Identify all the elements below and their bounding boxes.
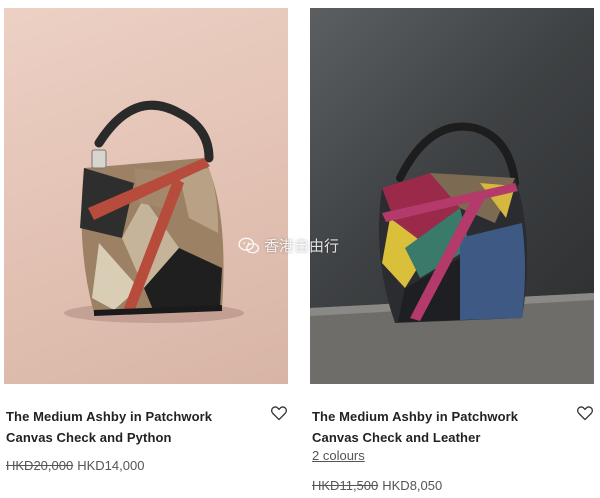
product-title-2-line1[interactable]: The Medium Ashby in Patchwork bbox=[312, 406, 552, 427]
watermark: 香港自由行 bbox=[238, 235, 339, 256]
watermark-text: 香港自由行 bbox=[264, 237, 340, 255]
product-card-2[interactable]: The Medium Ashby in Patchwork Canvas Che… bbox=[310, 8, 594, 493]
product-title-1[interactable]: The Medium Ashby in Patchwork Canvas Che… bbox=[6, 406, 246, 448]
product-image-2[interactable] bbox=[310, 8, 594, 384]
sale-price: HKD14,000 bbox=[77, 458, 145, 473]
heart-icon[interactable] bbox=[576, 405, 594, 421]
product-title-1-line2[interactable]: Canvas Check and Python bbox=[6, 427, 246, 448]
bag-illustration-leather bbox=[310, 122, 594, 384]
product-title-2-line2[interactable]: Canvas Check and Leather bbox=[312, 427, 552, 448]
product-image-1[interactable] bbox=[4, 8, 288, 384]
old-price: HKD20,000 bbox=[6, 458, 74, 473]
wechat-icon bbox=[238, 237, 260, 253]
product-price-1: HKD20,000 HKD14,000 bbox=[6, 458, 144, 473]
colours-link[interactable]: 2 colours bbox=[312, 448, 365, 463]
heart-icon[interactable] bbox=[270, 405, 288, 421]
sale-price: HKD8,050 bbox=[382, 478, 443, 493]
product-price-2: HKD11,500 HKD8,050 bbox=[312, 478, 442, 493]
bag-illustration-python bbox=[64, 100, 244, 323]
old-price: HKD11,500 bbox=[312, 478, 379, 493]
product-title-2[interactable]: The Medium Ashby in Patchwork Canvas Che… bbox=[312, 406, 552, 448]
product-title-1-line1[interactable]: The Medium Ashby in Patchwork bbox=[6, 406, 246, 427]
